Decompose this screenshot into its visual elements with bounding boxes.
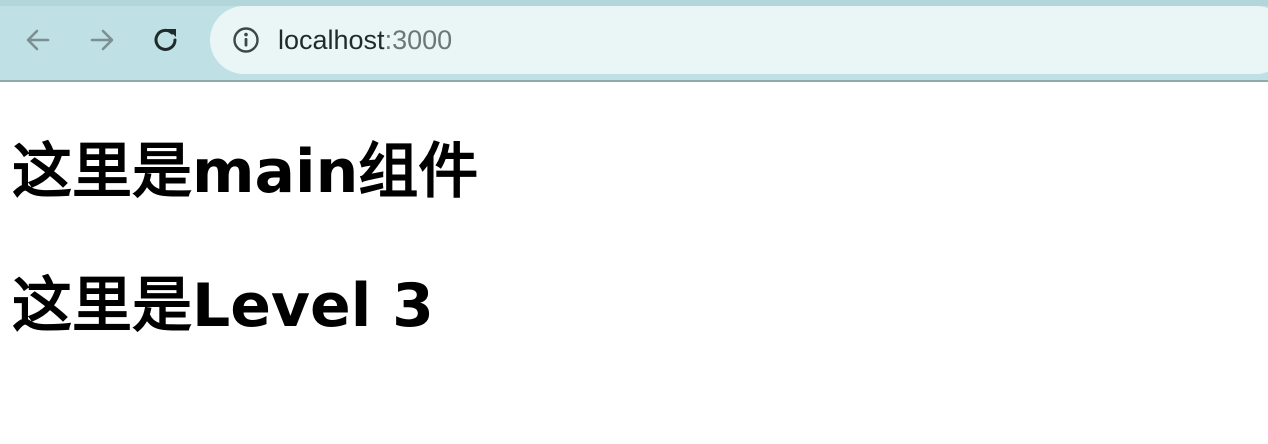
address-url[interactable]: localhost:3000 <box>278 25 452 55</box>
level-3-heading: 这里是Level 3 <box>12 271 434 341</box>
site-info-button[interactable] <box>232 26 260 54</box>
back-button[interactable] <box>18 20 58 60</box>
reload-icon <box>154 28 177 51</box>
back-arrow-icon <box>26 29 50 51</box>
reload-button[interactable] <box>146 20 186 60</box>
forward-button[interactable] <box>82 20 122 60</box>
forward-arrow-icon <box>90 29 114 51</box>
main-component-heading: 这里是main组件 <box>12 137 479 207</box>
info-icon <box>233 27 259 53</box>
address-bar[interactable]: localhost:3000 <box>210 6 1268 74</box>
browser-toolbar: localhost:3000 <box>0 0 1268 82</box>
url-port: :3000 <box>384 25 453 55</box>
page-content: 这里是main组件 这里是Level 3 <box>0 84 1268 444</box>
url-host: localhost <box>278 25 385 55</box>
